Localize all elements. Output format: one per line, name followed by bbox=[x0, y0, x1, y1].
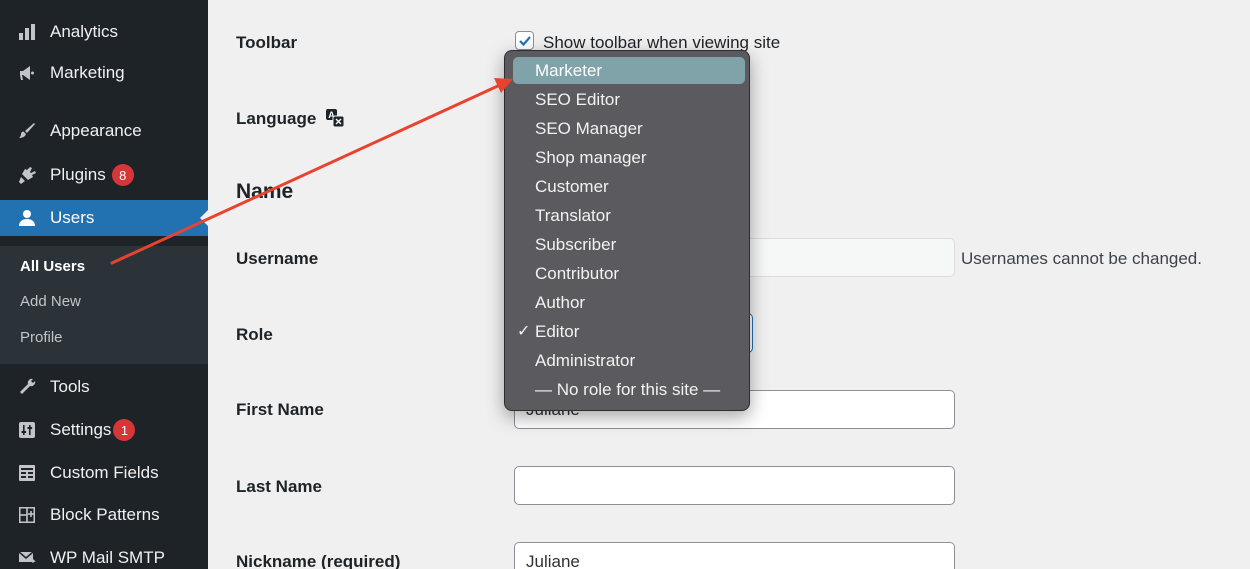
checkmark-icon bbox=[518, 35, 531, 46]
nickname-field[interactable]: Juliane bbox=[514, 542, 955, 569]
role-option-author[interactable]: Author bbox=[513, 289, 745, 316]
nickname-label: Nickname (required) bbox=[236, 552, 401, 569]
username-label: Username bbox=[236, 249, 319, 268]
plug-icon bbox=[16, 164, 38, 186]
plugins-update-badge: 8 bbox=[111, 164, 134, 186]
sidebar-item-marketing[interactable]: Marketing bbox=[0, 55, 208, 91]
sidebar-item-label: Marketing bbox=[50, 63, 125, 82]
language-label: Language A bbox=[236, 108, 345, 129]
users-submenu: All Users Add New Profile bbox=[0, 246, 208, 364]
role-option-label: SEO Editor bbox=[535, 89, 621, 109]
sidebar-item-settings[interactable]: Settings 1 bbox=[0, 412, 208, 448]
settings-update-badge: 1 bbox=[113, 419, 136, 441]
role-option-label: Author bbox=[535, 292, 586, 312]
megaphone-icon bbox=[16, 62, 38, 84]
role-option-label: Subscriber bbox=[535, 234, 617, 254]
block-patterns-icon bbox=[16, 504, 38, 526]
sidebar-item-label: Tools bbox=[50, 377, 90, 396]
role-dropdown-menu: Marketer SEO Editor SEO Manager Shop man… bbox=[504, 50, 750, 411]
role-option-label: Translator bbox=[535, 205, 611, 225]
sidebar-item-plugins[interactable]: Plugins 8 bbox=[0, 157, 208, 193]
username-field bbox=[740, 238, 955, 277]
submenu-item-profile[interactable]: Profile bbox=[20, 329, 63, 346]
role-option-administrator[interactable]: Administrator bbox=[513, 347, 745, 374]
first-name-label: First Name bbox=[236, 400, 324, 419]
role-option-label: Customer bbox=[535, 176, 609, 196]
sidebar-item-label: WP Mail SMTP bbox=[50, 548, 165, 567]
bar-chart-icon bbox=[16, 21, 38, 43]
selected-check-icon: ✓ bbox=[517, 323, 531, 340]
sidebar-item-label: Analytics bbox=[50, 22, 119, 41]
submenu-item-all-users[interactable]: All Users bbox=[20, 258, 85, 275]
sidebar-item-wp-mail-smtp[interactable]: WP Mail SMTP bbox=[0, 540, 208, 569]
toolbar-checkbox[interactable] bbox=[515, 31, 534, 50]
sidebar-item-custom-fields[interactable]: Custom Fields bbox=[0, 455, 208, 491]
sidebar-item-label: Plugins bbox=[50, 165, 106, 184]
sidebar-item-block-patterns[interactable]: Block Patterns bbox=[0, 497, 208, 533]
role-option-label: Shop manager bbox=[535, 147, 647, 167]
sidebar-item-label: Custom Fields bbox=[50, 463, 159, 482]
language-label-text: Language bbox=[236, 109, 317, 128]
role-option-label: Contributor bbox=[535, 263, 620, 283]
settings-icon bbox=[16, 419, 38, 441]
name-section-heading: Name bbox=[236, 180, 294, 203]
role-option-seo-editor[interactable]: SEO Editor bbox=[513, 86, 745, 113]
role-option-contributor[interactable]: Contributor bbox=[513, 260, 745, 287]
sidebar-item-tools[interactable]: Tools bbox=[0, 369, 208, 405]
role-option-seo-manager[interactable]: SEO Manager bbox=[513, 115, 745, 142]
sidebar-item-label: Settings bbox=[50, 420, 112, 439]
role-option-label: — No role for this site — bbox=[535, 379, 721, 399]
submenu-item-add-new[interactable]: Add New bbox=[20, 293, 81, 310]
username-hint: Usernames cannot be changed. bbox=[961, 249, 1202, 268]
role-option-no-role[interactable]: — No role for this site — bbox=[513, 376, 745, 403]
sidebar-item-analytics[interactable]: Analytics bbox=[0, 14, 208, 50]
sidebar-item-label: Appearance bbox=[50, 121, 142, 140]
role-label: Role bbox=[236, 325, 273, 344]
active-pointer bbox=[200, 210, 208, 226]
sidebar-item-label: Block Patterns bbox=[50, 505, 160, 524]
role-option-shop-manager[interactable]: Shop manager bbox=[513, 144, 745, 171]
role-option-editor[interactable]: ✓ Editor bbox=[513, 318, 745, 345]
role-option-label: SEO Manager bbox=[535, 118, 643, 138]
paintbrush-icon bbox=[16, 120, 38, 142]
sidebar-item-users[interactable]: Users bbox=[0, 200, 208, 236]
nickname-value: Juliane bbox=[526, 552, 580, 569]
role-option-label: Marketer bbox=[535, 60, 603, 80]
mail-icon bbox=[16, 547, 38, 569]
role-option-customer[interactable]: Customer bbox=[513, 173, 745, 200]
user-icon bbox=[16, 207, 38, 229]
role-option-label: Administrator bbox=[535, 350, 636, 370]
sidebar-item-appearance[interactable]: Appearance bbox=[0, 113, 208, 149]
fields-icon bbox=[16, 462, 38, 484]
role-option-marketer[interactable]: Marketer bbox=[513, 57, 745, 84]
admin-sidebar: Analytics Marketing Appearance Plugins 8… bbox=[0, 0, 208, 569]
role-option-translator[interactable]: Translator bbox=[513, 202, 745, 229]
role-option-subscriber[interactable]: Subscriber bbox=[513, 231, 745, 258]
translate-icon: A bbox=[326, 109, 345, 128]
last-name-label: Last Name bbox=[236, 477, 322, 496]
sidebar-item-label: Users bbox=[50, 208, 95, 227]
wrench-icon bbox=[16, 376, 38, 398]
toolbar-label: Toolbar bbox=[236, 33, 298, 52]
last-name-field[interactable] bbox=[514, 466, 955, 505]
role-option-label: Editor bbox=[535, 321, 580, 341]
